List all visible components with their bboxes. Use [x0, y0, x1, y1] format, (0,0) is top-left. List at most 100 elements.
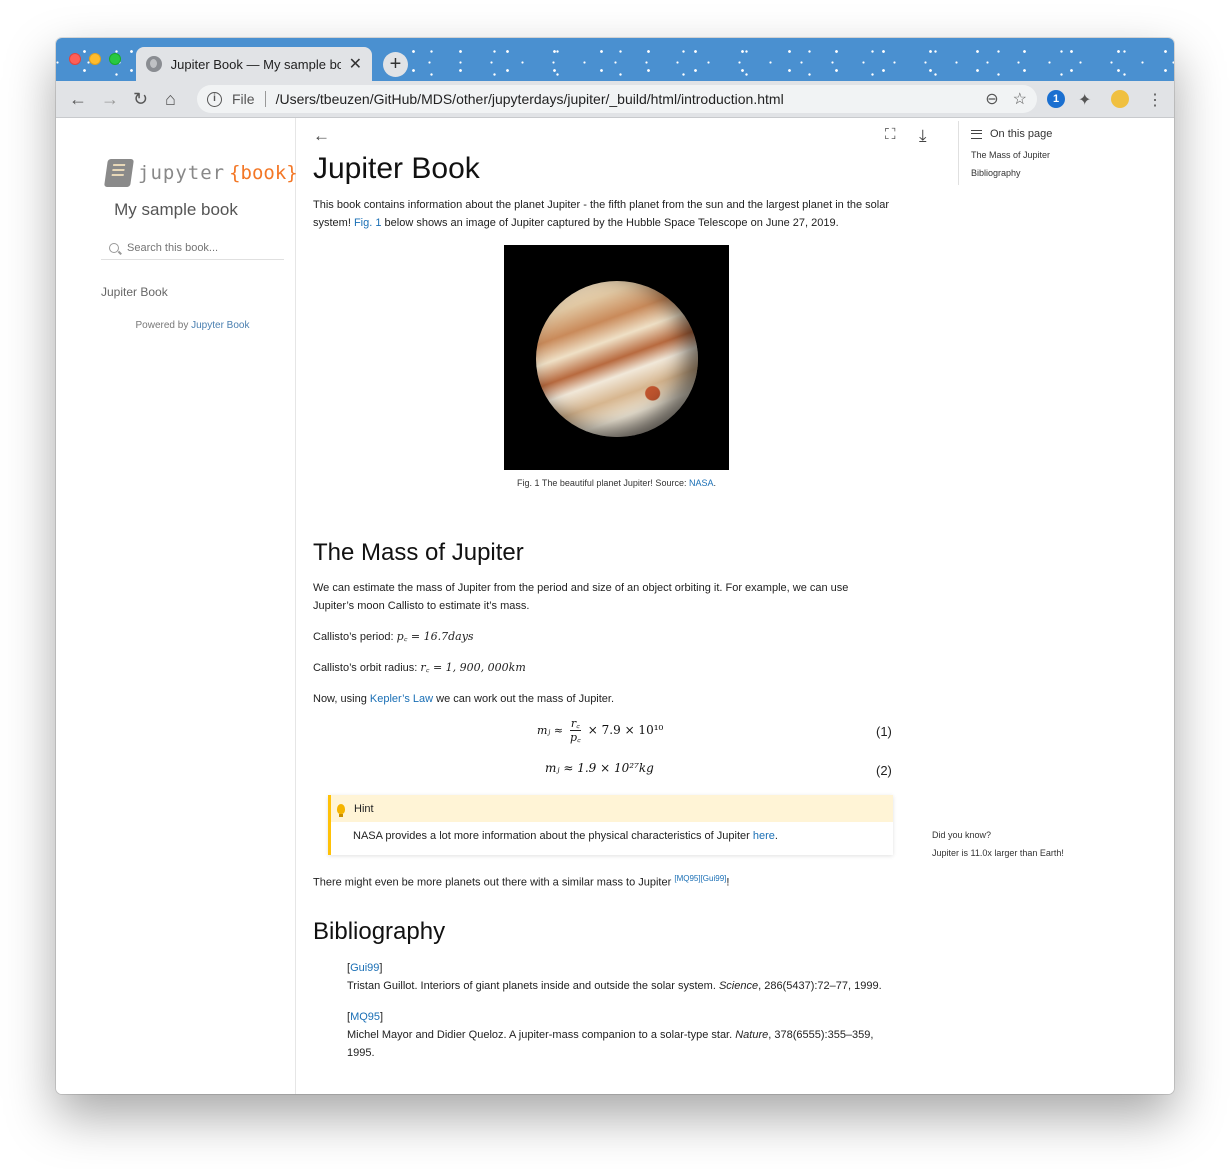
bib-key: [MQ95] — [347, 1011, 384, 1023]
bib-key: [Gui99] — [347, 962, 383, 974]
radius-label: Callisto’s orbit radius: — [313, 662, 421, 674]
powered-by: Powered by Jupyter Book — [56, 320, 329, 331]
eq1-fraction: r꜀ p꜀ — [569, 717, 581, 744]
radius-line: Callisto’s orbit radius: r꜀ = 1, 900, 00… — [313, 659, 895, 677]
figure-caption: Fig. 1 The beautiful planet Jupiter! Sou… — [313, 478, 920, 488]
intro-text-end: below shows an image of Jupiter captured… — [381, 217, 839, 229]
hint-admonition: Hint NASA provides a lot more informatio… — [328, 795, 893, 855]
back-arrow-icon[interactable]: ← — [69, 88, 87, 110]
toc-item-bibliography[interactable]: Bibliography — [971, 164, 1118, 182]
caption-text: Fig. 1 The beautiful planet Jupiter! Sou… — [517, 478, 689, 488]
hint-text: NASA provides a lot more information abo… — [353, 830, 753, 842]
kepler-text-start: Now, using — [313, 693, 370, 705]
search-icon — [109, 242, 119, 253]
kepler-line: Now, using Kepler’s Law we can work out … — [313, 690, 895, 708]
citation-links[interactable]: [MQ95][Gui99] — [674, 874, 726, 883]
eq1-numerator: r꜀ — [569, 717, 581, 731]
reload-icon[interactable]: ↻ — [133, 88, 148, 110]
previous-page-arrow-icon[interactable]: ← — [313, 126, 330, 146]
browser-toolbar: ← → ↻ ⌂ i File /Users/tbeuzen/GitHub/MDS… — [56, 81, 1174, 118]
download-icon[interactable]: ⤓ — [919, 126, 927, 146]
bibliography-entry: [MQ95] Michel Mayor and Didier Queloz. A… — [347, 1008, 892, 1062]
sidebar-item-jupiter-book[interactable]: Jupiter Book — [101, 285, 168, 299]
toc-header: On this page — [971, 122, 1118, 146]
bib-journal: Nature — [735, 1029, 769, 1041]
address-url[interactable]: /Users/tbeuzen/GitHub/MDS/other/jupyterd… — [276, 91, 784, 107]
margin-note: Did you know? Jupiter is 11.0x larger th… — [932, 826, 1064, 862]
equation-1: mⱼ ≈ r꜀ p꜀ × 7.9 × 10¹⁰ — [537, 717, 663, 744]
bib-text-start: Michel Mayor and Didier Queloz. A jupite… — [347, 1029, 736, 1041]
toc-item-mass[interactable]: The Mass of Jupiter — [971, 146, 1118, 164]
planets-text: There might even be more planets out the… — [313, 876, 675, 889]
globe-icon — [146, 56, 162, 72]
section-title-bibliography: Bibliography — [313, 918, 446, 945]
close-window-button[interactable] — [69, 53, 81, 65]
sidebar: jupyter {book} My sample book Jupiter Bo… — [56, 118, 298, 1094]
address-divider — [264, 91, 266, 107]
period-line: Callisto’s period: p꜀ = 16.7days — [313, 628, 895, 646]
period-math: p꜀ = 16.7days — [396, 630, 474, 643]
maximize-window-button[interactable] — [109, 53, 121, 65]
bib-text: Tristan Guillot. Interiors of giant plan… — [347, 977, 892, 995]
more-menu-icon[interactable]: ⋮ — [1147, 90, 1163, 110]
margin-note-body: Jupiter is 11.0x larger than Earth! — [932, 848, 1064, 858]
period-label: Callisto’s period: — [313, 631, 397, 643]
minimize-window-button[interactable] — [89, 53, 101, 65]
equation-2: mⱼ ≈ 1.9 × 10²⁷kg — [545, 761, 654, 775]
address-bar[interactable]: i File /Users/tbeuzen/GitHub/MDS/other/j… — [197, 85, 1037, 113]
section-title-mass: The Mass of Jupiter — [313, 539, 524, 566]
toc-heading: On this page — [990, 128, 1053, 140]
on-this-page-toc: On this page The Mass of Jupiter Bibliog… — [958, 121, 1118, 185]
forward-arrow-icon[interactable]: → — [101, 88, 119, 110]
bookmark-star-icon[interactable]: ☆ — [1013, 89, 1027, 109]
close-tab-icon[interactable]: ✕ — [349, 54, 362, 74]
logo-book-word: {book} — [229, 162, 298, 184]
bib-key-link[interactable]: Gui99 — [350, 962, 379, 974]
powered-by-link[interactable]: Jupyter Book — [191, 320, 249, 331]
eq1-lhs: mⱼ ≈ — [537, 724, 564, 737]
home-icon[interactable]: ⌂ — [165, 88, 176, 110]
mass-paragraph: We can estimate the mass of Jupiter from… — [313, 582, 849, 612]
password-manager-icon[interactable]: 1 — [1047, 90, 1065, 108]
bib-text-start: Tristan Guillot. Interiors of giant plan… — [347, 980, 719, 992]
info-icon[interactable]: i — [207, 91, 222, 107]
weather-extension-icon[interactable] — [1111, 90, 1129, 108]
browser-window: Jupiter Book — My sample book ✕ + ← → ↻ … — [56, 38, 1174, 1094]
lightbulb-icon — [337, 803, 345, 817]
hint-title: Hint — [354, 802, 374, 815]
planets-paragraph: There might even be more planets out the… — [313, 870, 895, 892]
page-title: Jupiter Book — [313, 152, 480, 185]
page-content: jupyter {book} My sample book Jupiter Bo… — [56, 118, 1174, 1094]
keplers-law-link[interactable]: Kepler’s Law — [370, 693, 433, 705]
eq1-rhs: × 7.9 × 10¹⁰ — [587, 723, 664, 737]
extensions-puzzle-icon[interactable]: ✦ — [1078, 90, 1091, 110]
zoom-icon[interactable]: ⊖ — [985, 89, 998, 109]
bib-key-link[interactable]: MQ95 — [350, 1011, 380, 1023]
bib-text: Michel Mayor and Didier Queloz. A jupite… — [347, 1026, 892, 1062]
bib-text-end: , 286(5437):72–77, 1999. — [758, 980, 882, 992]
tab-title: Jupiter Book — My sample book — [170, 56, 341, 72]
figure-1-link[interactable]: Fig. 1 — [354, 217, 382, 229]
powered-by-prefix: Powered by — [135, 320, 192, 331]
jupyter-book-logo[interactable]: jupyter {book} — [104, 159, 298, 187]
equation-2-number: (2) — [876, 763, 892, 778]
hint-header: Hint — [331, 795, 893, 822]
equation-1-number: (1) — [876, 724, 892, 739]
browser-tab[interactable]: Jupiter Book — My sample book ✕ — [136, 47, 372, 81]
radius-math: r꜀ = 1, 900, 000km — [420, 661, 526, 674]
list-icon — [971, 129, 982, 139]
eq1-denominator: p꜀ — [570, 731, 581, 744]
planets-text-end: ! — [726, 876, 730, 889]
search-input[interactable] — [127, 241, 277, 254]
kepler-text-end: we can work out the mass of Jupiter. — [433, 693, 615, 705]
hint-here-link[interactable]: here — [753, 830, 775, 842]
book-logo-icon — [104, 159, 134, 187]
intro-paragraph: This book contains information about the… — [313, 196, 895, 232]
title-bar: Jupiter Book — My sample book ✕ + — [56, 38, 1174, 81]
search-box[interactable] — [101, 236, 284, 260]
site-title: My sample book — [114, 200, 238, 219]
nasa-link[interactable]: NASA — [689, 478, 714, 488]
fullscreen-icon[interactable]: ⛶ — [885, 126, 896, 143]
bibliography-entry: [Gui99] Tristan Guillot. Interiors of gi… — [347, 959, 892, 995]
new-tab-button[interactable]: + — [383, 52, 408, 77]
